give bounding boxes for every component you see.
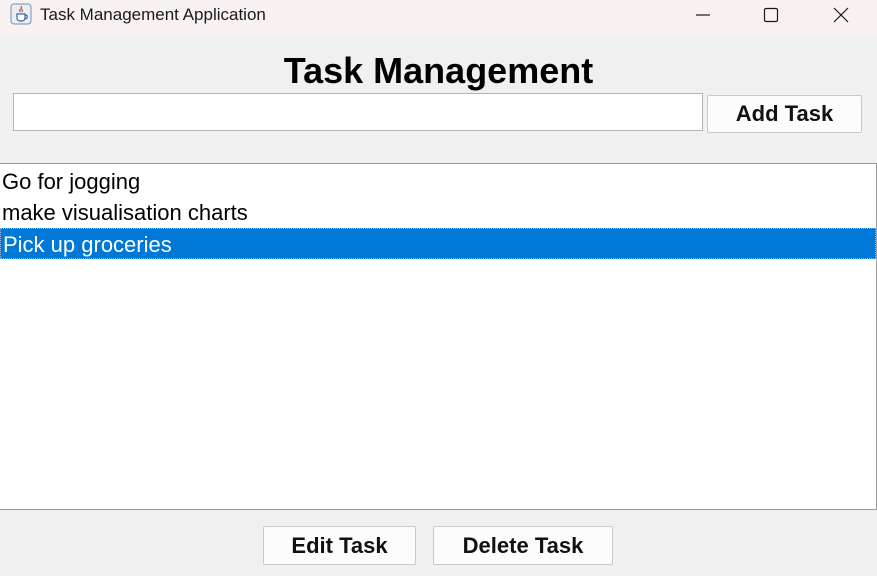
- task-list-item[interactable]: Go for jogging: [0, 166, 876, 197]
- delete-task-button[interactable]: Delete Task: [433, 526, 613, 565]
- task-list[interactable]: Go for jogging make visualisation charts P…: [0, 163, 877, 510]
- task-input[interactable]: [13, 93, 703, 131]
- window-title: Task Management Application: [40, 5, 266, 24]
- add-task-button[interactable]: Add Task: [707, 95, 862, 133]
- task-list-item[interactable]: Pick up groceries: [0, 228, 876, 259]
- close-icon: [833, 7, 849, 23]
- minimize-button[interactable]: [670, 0, 736, 30]
- minimize-icon: [696, 14, 710, 16]
- close-button[interactable]: [808, 0, 874, 30]
- java-cup-icon: [10, 3, 32, 25]
- task-list-item[interactable]: make visualisation charts: [0, 197, 876, 228]
- title-bar[interactable]: Task Management Application: [0, 0, 877, 36]
- page-title: Task Management: [283, 50, 594, 91]
- maximize-button[interactable]: [738, 0, 804, 30]
- maximize-icon: [763, 7, 779, 23]
- edit-task-button[interactable]: Edit Task: [263, 526, 416, 565]
